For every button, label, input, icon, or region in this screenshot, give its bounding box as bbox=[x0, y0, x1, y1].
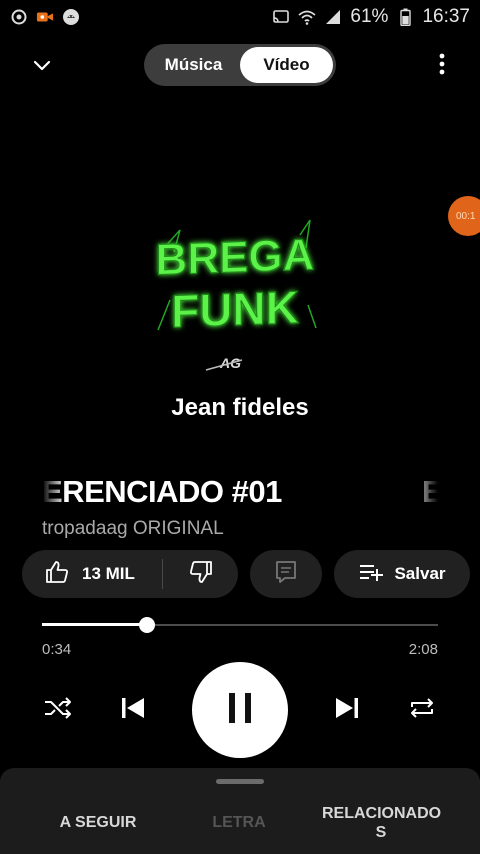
collapse-chevron-down-icon[interactable] bbox=[28, 52, 56, 80]
more-options-icon[interactable] bbox=[434, 50, 450, 80]
floating-timer-bubble[interactable]: 00:1 bbox=[448, 196, 480, 236]
video-overlay-title: Jean fideles bbox=[171, 394, 309, 421]
bubble-text: 00:1 bbox=[456, 210, 476, 222]
pause-icon bbox=[225, 691, 255, 730]
add-to-playlist-icon bbox=[358, 561, 384, 588]
time-total: 2:08 bbox=[408, 641, 438, 658]
status-bar-left bbox=[10, 8, 80, 26]
skip-next-icon bbox=[332, 693, 362, 728]
artwork-line1: BREGA bbox=[156, 230, 315, 285]
tab-related-line2: S bbox=[375, 824, 387, 841]
pause-button[interactable] bbox=[192, 662, 288, 758]
music-video-toggle: Música Vídeo bbox=[144, 44, 336, 86]
comments-button[interactable] bbox=[250, 550, 322, 598]
toggle-music[interactable]: Música bbox=[147, 47, 240, 83]
action-bar: 13 MIL Salvar bbox=[22, 550, 470, 598]
title-fade-right bbox=[410, 474, 438, 514]
toggle-video[interactable]: Vídeo bbox=[240, 47, 333, 83]
player-top-bar: Música Vídeo bbox=[0, 44, 480, 86]
skip-previous-icon bbox=[118, 693, 148, 728]
comment-icon bbox=[273, 559, 299, 590]
thumbs-down-icon bbox=[188, 559, 214, 590]
tab-lyrics[interactable]: LETRA bbox=[180, 814, 298, 832]
progress-fill bbox=[42, 623, 147, 626]
like-button[interactable]: 13 MIL bbox=[22, 559, 162, 590]
shuffle-button[interactable] bbox=[40, 694, 76, 726]
repeat-button[interactable] bbox=[404, 694, 440, 726]
battery-icon bbox=[396, 8, 414, 26]
battery-percent: 61% bbox=[350, 6, 389, 27]
previous-button[interactable] bbox=[116, 692, 150, 728]
wifi-icon bbox=[298, 8, 317, 26]
camera-icon bbox=[36, 8, 54, 26]
tab-up-next[interactable]: A SEGUIR bbox=[40, 814, 156, 832]
playback-controls bbox=[0, 662, 480, 758]
repeat-icon bbox=[406, 694, 438, 727]
save-button[interactable]: Salvar bbox=[334, 550, 470, 598]
status-bar-right: 61% 16:37 bbox=[272, 6, 470, 28]
progress-thumb[interactable] bbox=[139, 617, 155, 633]
song-title-marquee: ERENCIADO #01 E bbox=[42, 474, 438, 514]
like-count: 13 MIL bbox=[82, 564, 135, 583]
save-label: Salvar bbox=[394, 564, 446, 583]
clock: 16:37 bbox=[422, 6, 470, 27]
title-fade-left bbox=[42, 474, 66, 514]
video-artwork[interactable]: BREGA FUNK AG bbox=[150, 190, 320, 390]
dislike-button[interactable] bbox=[163, 559, 238, 590]
song-title: ERENCIADO #01 bbox=[42, 474, 282, 509]
tab-related-line1: RELACIONADO bbox=[322, 805, 442, 822]
tab-related[interactable]: RELACIONADO S bbox=[322, 804, 442, 842]
time-current: 0:34 bbox=[42, 641, 72, 658]
shuffle-icon bbox=[42, 694, 74, 727]
artwork-line2: FUNK bbox=[171, 281, 299, 337]
artist-name[interactable]: tropadaag ORIGINAL bbox=[42, 518, 224, 540]
sheet-drag-handle[interactable] bbox=[216, 779, 264, 784]
android-icon bbox=[62, 8, 80, 26]
signal-icon bbox=[324, 8, 342, 26]
progress-bar[interactable] bbox=[42, 617, 438, 633]
bottom-sheet[interactable]: A SEGUIR LETRA RELACIONADO S bbox=[0, 768, 480, 854]
next-button[interactable] bbox=[330, 692, 364, 728]
status-bar: 61% 16:37 bbox=[0, 0, 480, 34]
cast-icon bbox=[272, 8, 290, 26]
thumbs-up-icon bbox=[44, 559, 70, 590]
record-icon bbox=[10, 8, 28, 26]
like-dislike-pill: 13 MIL bbox=[22, 550, 238, 598]
